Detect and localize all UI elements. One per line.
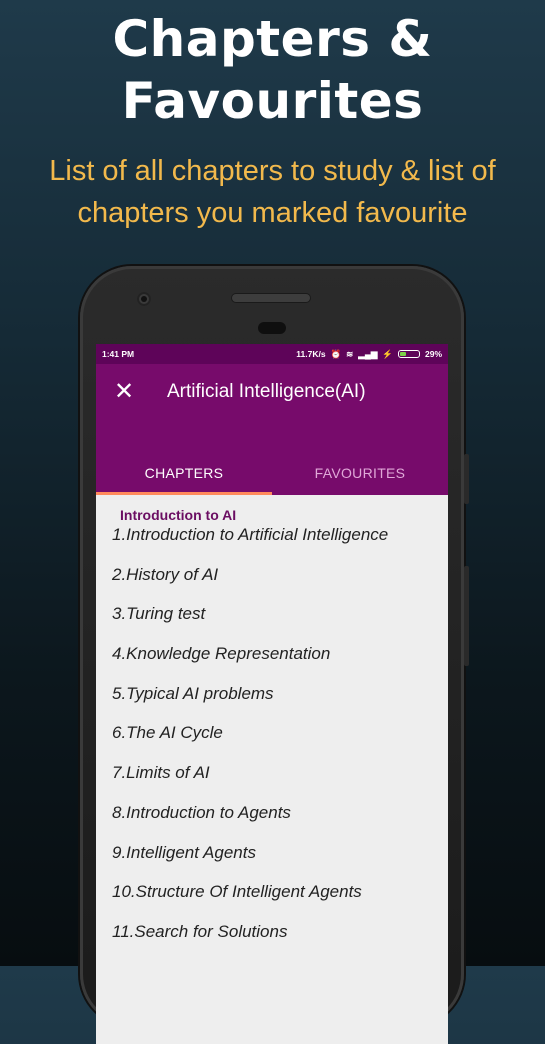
signal-icon: ▂▄▆ — [358, 348, 378, 359]
network-speed: 11.7K/s — [296, 349, 326, 359]
phone-frame: 1:41 PM 11.7K/s ⏰ ≋ ▂▄▆ ⚡ 29% ✕ Artifici… — [80, 266, 469, 1044]
status-time: 1:41 PM — [102, 349, 135, 359]
chapter-item[interactable]: 1.Introduction to Artificial Intelligenc… — [96, 523, 448, 563]
volume-button — [464, 566, 469, 666]
wifi-icon: ≋ — [346, 348, 354, 359]
earpiece-speaker — [232, 294, 310, 302]
app-bar: ✕ Artificial Intelligence(AI) CHAPTERS F… — [96, 364, 448, 495]
chapter-item[interactable]: 11.Search for Solutions — [96, 920, 448, 960]
hero-subtitle-line-2: chapters you marked favourite — [77, 197, 468, 229]
section-header: Introduction to AI — [120, 507, 237, 523]
hero-title: Chapters & Favourites — [0, 8, 545, 132]
charging-icon: ⚡ — [382, 348, 393, 359]
front-camera — [137, 292, 151, 306]
phone-screen: 1:41 PM 11.7K/s ⏰ ≋ ▂▄▆ ⚡ 29% ✕ Artifici… — [96, 344, 448, 1044]
hero-subtitle: List of all chapters to study & list of … — [20, 150, 525, 234]
battery-icon — [397, 350, 420, 358]
battery-percent: 29% — [424, 349, 442, 359]
tab-chapters[interactable]: CHAPTERS — [96, 451, 272, 495]
chapter-item[interactable]: 2.History of AI — [96, 563, 448, 603]
alarm-off-icon: ⏰ — [330, 348, 342, 359]
close-icon: ✕ — [113, 378, 135, 405]
chapter-item[interactable]: 5.Typical AI problems — [96, 682, 448, 722]
power-button — [464, 454, 469, 504]
hero-subtitle-line-1: List of all chapters to study & list of — [49, 155, 496, 187]
tab-favourites[interactable]: FAVOURITES — [272, 451, 448, 495]
chapter-item[interactable]: 9.Intelligent Agents — [96, 841, 448, 881]
chapter-item[interactable]: 4.Knowledge Representation — [96, 642, 448, 682]
chapter-item[interactable]: 3.Turing test — [96, 602, 448, 642]
tab-bar: CHAPTERS FAVOURITES — [96, 451, 448, 495]
status-bar: 1:41 PM 11.7K/s ⏰ ≋ ▂▄▆ ⚡ 29% — [96, 344, 448, 364]
app-title: Artificial Intelligence(AI) — [167, 381, 366, 402]
chapter-item[interactable]: 6.The AI Cycle — [96, 721, 448, 761]
chapter-item[interactable]: 10.Structure Of Intelligent Agents — [96, 880, 448, 920]
proximity-sensor — [258, 322, 286, 334]
hero-title-line-1: Chapters & — [112, 10, 433, 68]
chapter-item[interactable]: 7.Limits of AI — [96, 761, 448, 801]
hero-title-line-2: Favourites — [121, 72, 424, 130]
close-button[interactable]: ✕ — [112, 380, 136, 404]
chapter-item[interactable]: 8.Introduction to Agents — [96, 801, 448, 841]
chapter-list: Introduction to AI 1.Introduction to Art… — [96, 495, 448, 960]
